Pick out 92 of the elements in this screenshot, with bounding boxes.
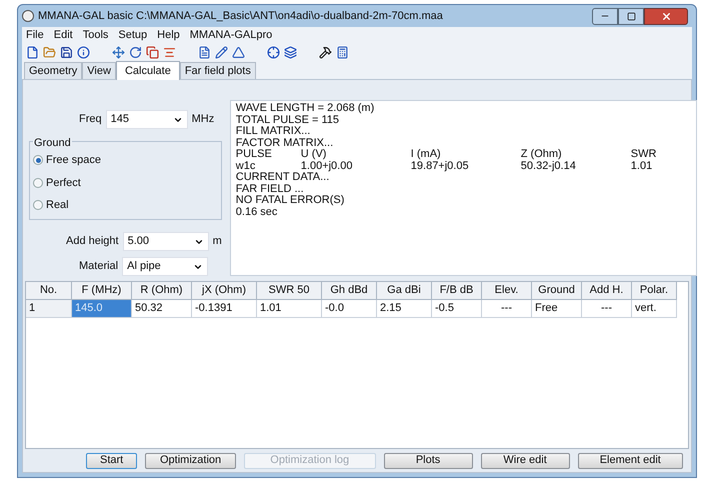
log-text: SWR bbox=[630, 149, 658, 160]
crosshair-icon[interactable] bbox=[267, 46, 280, 58]
table-cell[interactable]: -0.1391 bbox=[192, 300, 257, 318]
menu-item[interactable]: Tools bbox=[82, 26, 108, 44]
table-cell[interactable]: -0.0 bbox=[322, 300, 377, 318]
maximize-button[interactable] bbox=[618, 8, 644, 24]
log-text: CURRENT DATA... bbox=[236, 172, 330, 184]
column-header[interactable]: Elev. bbox=[482, 282, 532, 300]
combo-box[interactable]: 145 bbox=[106, 110, 188, 129]
table-cell[interactable]: 50.32 bbox=[132, 300, 192, 318]
unit-label: MHz bbox=[192, 112, 214, 128]
log-text: U (V) bbox=[300, 149, 328, 160]
log-text: 0.16 sec bbox=[236, 206, 278, 218]
document-icon[interactable] bbox=[198, 46, 211, 58]
log-text: 50.32-j0.14 bbox=[520, 160, 577, 172]
field-label: Freq bbox=[79, 112, 102, 128]
column-header[interactable]: Gh dBd bbox=[322, 282, 377, 300]
column-header[interactable]: F (MHz) bbox=[72, 282, 132, 300]
menu-item[interactable]: Help bbox=[157, 26, 180, 44]
menu-item[interactable]: MMANA-GALpro bbox=[190, 26, 272, 44]
column-header[interactable]: Ga dBi bbox=[377, 282, 432, 300]
table-cell[interactable]: 1 bbox=[26, 300, 72, 318]
log-text: w1c bbox=[236, 160, 256, 172]
tab[interactable]: View bbox=[82, 62, 116, 79]
table-cell[interactable]: --- bbox=[482, 300, 532, 318]
table-cell[interactable]: Free bbox=[532, 300, 582, 318]
log-text: PULSE bbox=[236, 149, 273, 160]
close-button[interactable] bbox=[644, 8, 688, 24]
radio-button[interactable] bbox=[33, 155, 43, 166]
tab[interactable]: Far field plots bbox=[180, 62, 256, 79]
log-text: FILL MATRIX... bbox=[236, 126, 310, 138]
column-header[interactable]: F/B dB bbox=[432, 282, 482, 300]
field-label: Material bbox=[79, 259, 118, 274]
tab[interactable]: Geometry bbox=[24, 62, 82, 79]
maximize-icon bbox=[626, 12, 636, 20]
column-header[interactable]: R (Ohm) bbox=[132, 282, 192, 300]
copy-icon[interactable] bbox=[146, 46, 159, 58]
column-header[interactable]: jX (Ohm) bbox=[192, 282, 257, 300]
log-text: FAR FIELD ... bbox=[236, 184, 304, 195]
radio-label: Real bbox=[46, 198, 69, 213]
combo-box[interactable]: 5.00 bbox=[122, 232, 209, 251]
column-header[interactable]: No. bbox=[26, 282, 72, 300]
unit-label: m bbox=[212, 234, 222, 250]
new-file-icon[interactable] bbox=[26, 46, 39, 58]
info-icon[interactable] bbox=[77, 46, 90, 58]
log-text: TOTAL PULSE = 115 bbox=[236, 114, 340, 126]
move-icon[interactable] bbox=[112, 46, 125, 58]
app-icon bbox=[22, 10, 34, 22]
align-icon[interactable] bbox=[163, 46, 176, 58]
menu-item[interactable]: File bbox=[26, 26, 44, 44]
log-text: Z (Ohm) bbox=[520, 149, 563, 160]
action-button[interactable]: Wire edit bbox=[480, 452, 570, 468]
table-cell[interactable]: vert. bbox=[632, 300, 677, 318]
window-title: MMANA-GAL basic C:\MMANA-GAL_Basic\ANT\on4adi\o-dualband-2m-70cm.maa bbox=[38, 8, 444, 24]
close-icon bbox=[660, 10, 672, 22]
table-cell[interactable]: -0.5 bbox=[432, 300, 482, 318]
radio-label: Perfect bbox=[46, 176, 81, 190]
table-cell[interactable]: 1.01 bbox=[257, 300, 322, 318]
log-text: 19.87+j0.05 bbox=[410, 160, 470, 172]
log-text: 1.01 bbox=[630, 160, 654, 172]
folder-icon[interactable] bbox=[43, 46, 56, 58]
column-header[interactable]: Add H. bbox=[582, 282, 632, 300]
log-text: 1.00+j0.00 bbox=[300, 160, 354, 172]
log-text: NO FATAL ERROR(S) bbox=[236, 195, 344, 206]
action-button[interactable]: Plots bbox=[384, 452, 473, 468]
triangle-icon[interactable] bbox=[232, 46, 245, 58]
log-text: WAVE LENGTH = 2.068 (m) bbox=[236, 103, 374, 114]
table-cell[interactable]: 2.15 bbox=[377, 300, 432, 318]
combo-box[interactable]: Al pipe bbox=[122, 257, 208, 276]
layers-icon[interactable] bbox=[284, 46, 297, 58]
tools-icon[interactable] bbox=[319, 46, 332, 58]
pencil-icon[interactable] bbox=[215, 46, 228, 58]
save-icon[interactable] bbox=[60, 46, 73, 58]
menu-item[interactable]: Edit bbox=[54, 26, 73, 44]
calculator-icon[interactable] bbox=[336, 46, 349, 58]
column-header[interactable]: SWR 50 bbox=[257, 282, 322, 300]
table-cell[interactable]: --- bbox=[582, 300, 632, 318]
log-text: I (mA) bbox=[410, 149, 442, 160]
field-label: Add height bbox=[66, 234, 119, 250]
radio-label: Free space bbox=[46, 153, 102, 168]
radio-button[interactable] bbox=[33, 178, 43, 188]
column-header[interactable]: Polar. bbox=[632, 282, 677, 300]
column-header[interactable]: Ground bbox=[532, 282, 582, 300]
menu-item[interactable]: Setup bbox=[118, 26, 148, 44]
action-button[interactable]: Start bbox=[86, 452, 138, 468]
radio-button[interactable] bbox=[33, 200, 43, 210]
action-button[interactable]: Optimization bbox=[145, 452, 236, 468]
tab[interactable]: Calculate bbox=[116, 61, 180, 80]
rotate-icon[interactable] bbox=[129, 46, 142, 58]
minimize-button[interactable] bbox=[592, 8, 618, 24]
action-button[interactable]: Element edit bbox=[578, 452, 683, 468]
log-text: FACTOR MATRIX... bbox=[236, 138, 334, 149]
